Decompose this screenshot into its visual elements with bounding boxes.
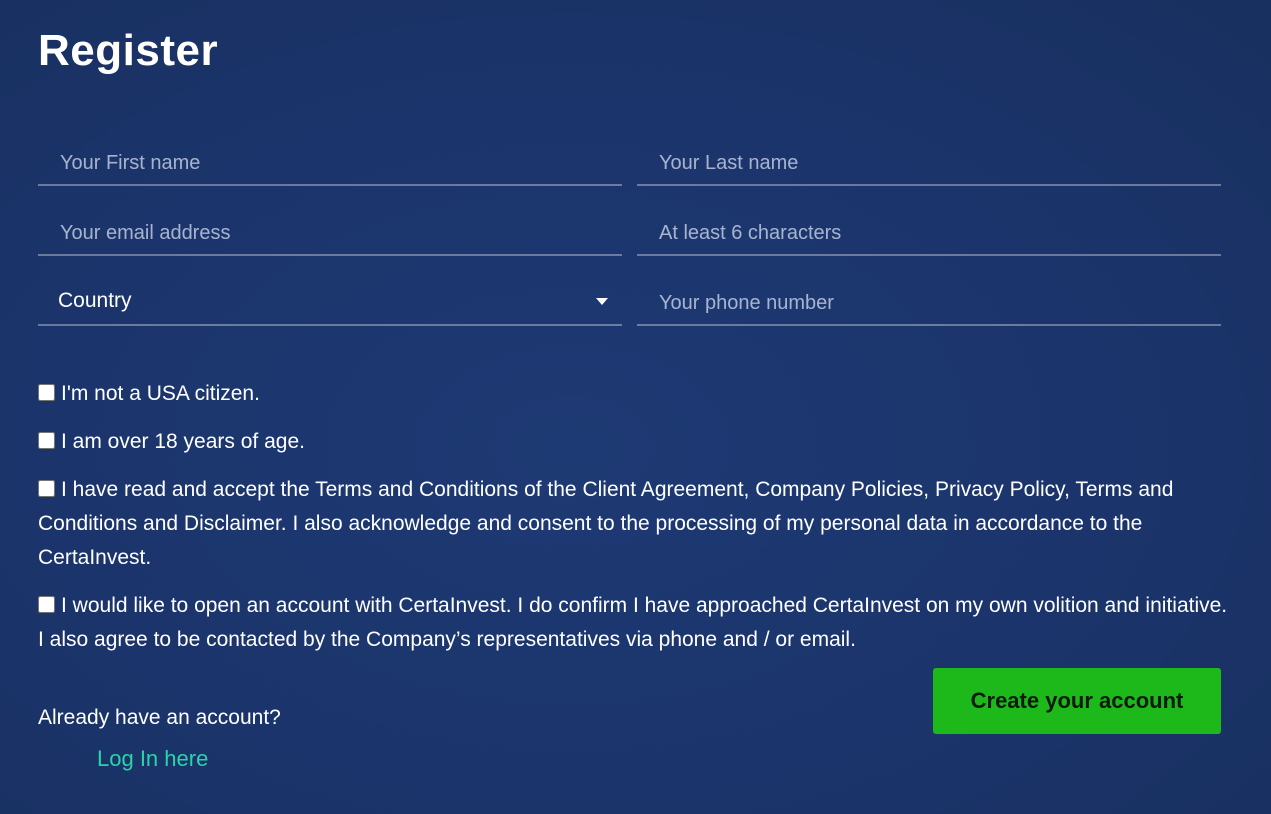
first-name-input[interactable] — [38, 138, 622, 184]
email-field — [38, 208, 622, 256]
country-select-value: Country — [58, 289, 132, 312]
over-18-checkbox[interactable] — [38, 432, 55, 449]
check-row-volition: I would like to open an account with Cer… — [38, 589, 1228, 657]
login-link[interactable]: Log In here — [97, 746, 208, 772]
caret-down-icon — [596, 297, 608, 305]
check-row-over-18: I am over 18 years of age. — [38, 425, 1228, 459]
last-name-field — [637, 138, 1221, 186]
over-18-label: I am over 18 years of age. — [61, 430, 305, 453]
password-input[interactable] — [637, 208, 1221, 254]
volition-checkbox[interactable] — [38, 596, 55, 613]
register-page: Register Country I'm not a USA citizen. … — [0, 0, 1271, 814]
not-usa-label: I'm not a USA citizen. — [61, 382, 260, 405]
not-usa-checkbox[interactable] — [38, 384, 55, 401]
terms-label: I have read and accept the Terms and Con… — [38, 478, 1174, 569]
first-name-field — [38, 138, 622, 186]
password-field — [637, 208, 1221, 256]
check-row-not-usa: I'm not a USA citizen. — [38, 377, 1228, 411]
phone-input[interactable] — [637, 278, 1221, 324]
page-title: Register — [38, 26, 219, 75]
phone-field — [637, 278, 1221, 326]
check-row-terms: I have read and accept the Terms and Con… — [38, 473, 1228, 575]
country-select[interactable]: Country — [38, 278, 622, 326]
terms-checkbox[interactable] — [38, 480, 55, 497]
last-name-input[interactable] — [637, 138, 1221, 184]
already-account-text: Already have an account? — [38, 706, 281, 729]
create-account-button[interactable]: Create your account — [933, 668, 1221, 734]
email-input[interactable] — [38, 208, 622, 254]
volition-label: I would like to open an account with Cer… — [38, 594, 1228, 651]
